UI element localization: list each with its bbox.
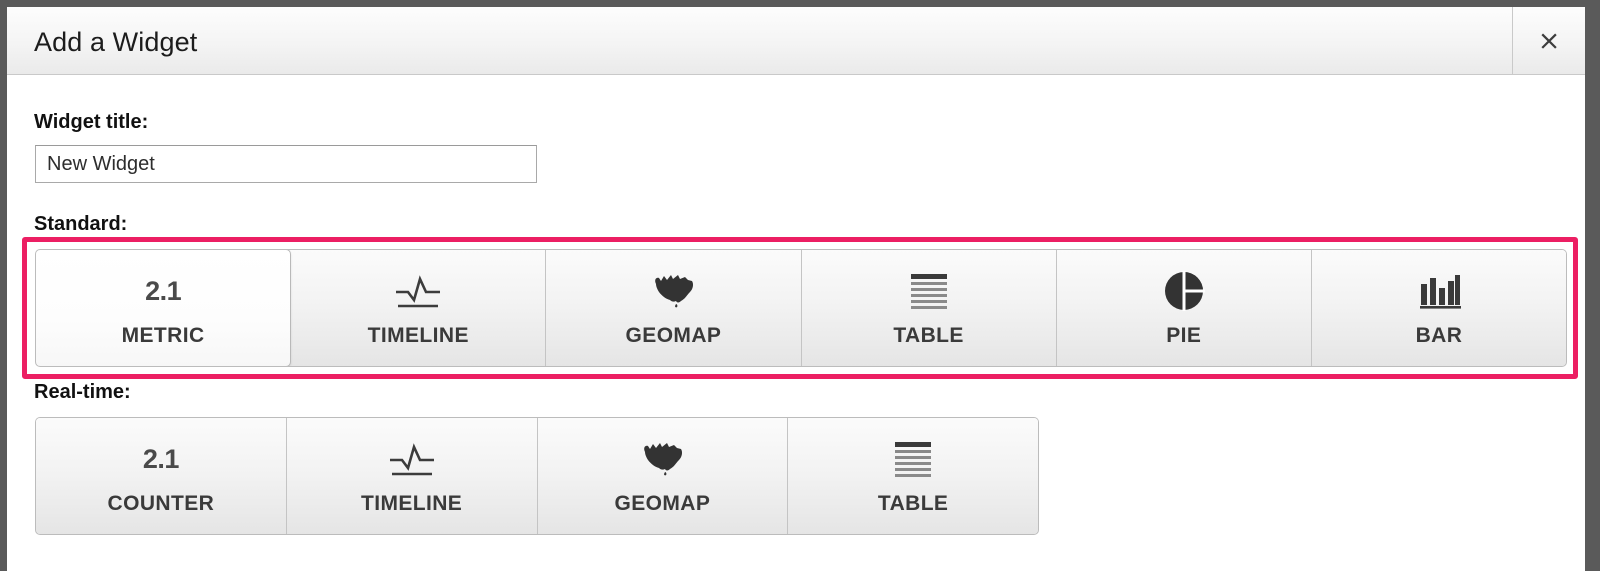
widget-type-realtime-table[interactable]: TABLE [788, 418, 1038, 534]
widget-type-label: BAR [1415, 324, 1463, 347]
realtime-section-label: Real-time: [34, 381, 131, 403]
timeline-pulse-icon [396, 275, 441, 308]
widget-type-label: COUNTER [107, 492, 215, 515]
pie-chart-icon [1164, 271, 1205, 311]
widget-type-label: TABLE [893, 324, 964, 347]
geomap-australia-icon [655, 275, 694, 308]
numeric-2-1-icon: 2.1 [142, 443, 180, 474]
widget-type-icon-wrap [287, 435, 537, 483]
standard-widget-type-group: 2.1 METRIC TIMELINE GEOMAP TABLE PIE BAR [35, 249, 1567, 367]
widget-type-label: TIMELINE [361, 492, 463, 515]
widget-title-input[interactable] [35, 145, 537, 183]
close-icon: × [1537, 25, 1561, 56]
widget-type-icon-wrap [546, 267, 800, 315]
geomap-australia-icon [644, 443, 683, 476]
timeline-pulse-icon [389, 443, 434, 476]
dialog-body: Widget title: Standard: 2.1 METRIC TIMELIN… [7, 75, 1585, 571]
widget-type-label: GEOMAP [625, 324, 722, 347]
widget-type-label: METRIC [121, 324, 205, 347]
widget-type-label: GEOMAP [614, 492, 711, 515]
widget-type-standard-metric[interactable]: 2.1 METRIC [36, 250, 292, 366]
widget-type-label: TIMELINE [367, 324, 469, 347]
add-widget-dialog: Add a Widget × Widget title: Standard: 2… [7, 7, 1585, 571]
realtime-widget-type-group: 2.1 COUNTER TIMELINE GEOMAP TABLE [35, 417, 1039, 535]
widget-type-standard-table[interactable]: TABLE [801, 250, 1057, 366]
widget-type-standard-timeline[interactable]: TIMELINE [291, 250, 547, 366]
widget-type-icon-wrap [802, 267, 1056, 315]
widget-type-label: TABLE [877, 492, 949, 515]
widget-type-icon-wrap [1312, 267, 1566, 315]
widget-type-standard-pie[interactable]: PIE [1056, 250, 1312, 366]
widget-type-icon-wrap [538, 435, 788, 483]
widget-type-icon-wrap: 2.1 [36, 267, 290, 315]
widget-type-icon-wrap [1057, 267, 1311, 315]
bar-chart-icon [1419, 275, 1461, 309]
close-button[interactable]: × [1512, 7, 1585, 74]
widget-type-icon-wrap [291, 267, 545, 315]
widget-type-label: PIE [1166, 324, 1202, 347]
widget-type-realtime-timeline[interactable]: TIMELINE [286, 418, 538, 534]
widget-type-standard-geomap[interactable]: GEOMAP [546, 250, 802, 366]
widget-type-realtime-counter[interactable]: 2.1 COUNTER [36, 418, 287, 534]
widget-type-standard-bar[interactable]: BAR [1311, 250, 1566, 366]
dialog-titlebar: Add a Widget × [7, 7, 1585, 75]
widget-type-icon-wrap: 2.1 [36, 435, 286, 483]
page-frame: Add a Widget × Widget title: Standard: 2… [0, 0, 1600, 571]
widget-type-realtime-geomap[interactable]: GEOMAP [537, 418, 789, 534]
standard-section-label: Standard: [34, 213, 128, 235]
widget-type-icon-wrap [788, 435, 1038, 483]
dialog-title: Add a Widget [34, 27, 198, 57]
table-rows-icon [910, 274, 947, 309]
widget-title-label: Widget title: [34, 111, 149, 133]
numeric-2-1-icon: 2.1 [145, 275, 182, 306]
table-rows-icon [895, 442, 932, 477]
